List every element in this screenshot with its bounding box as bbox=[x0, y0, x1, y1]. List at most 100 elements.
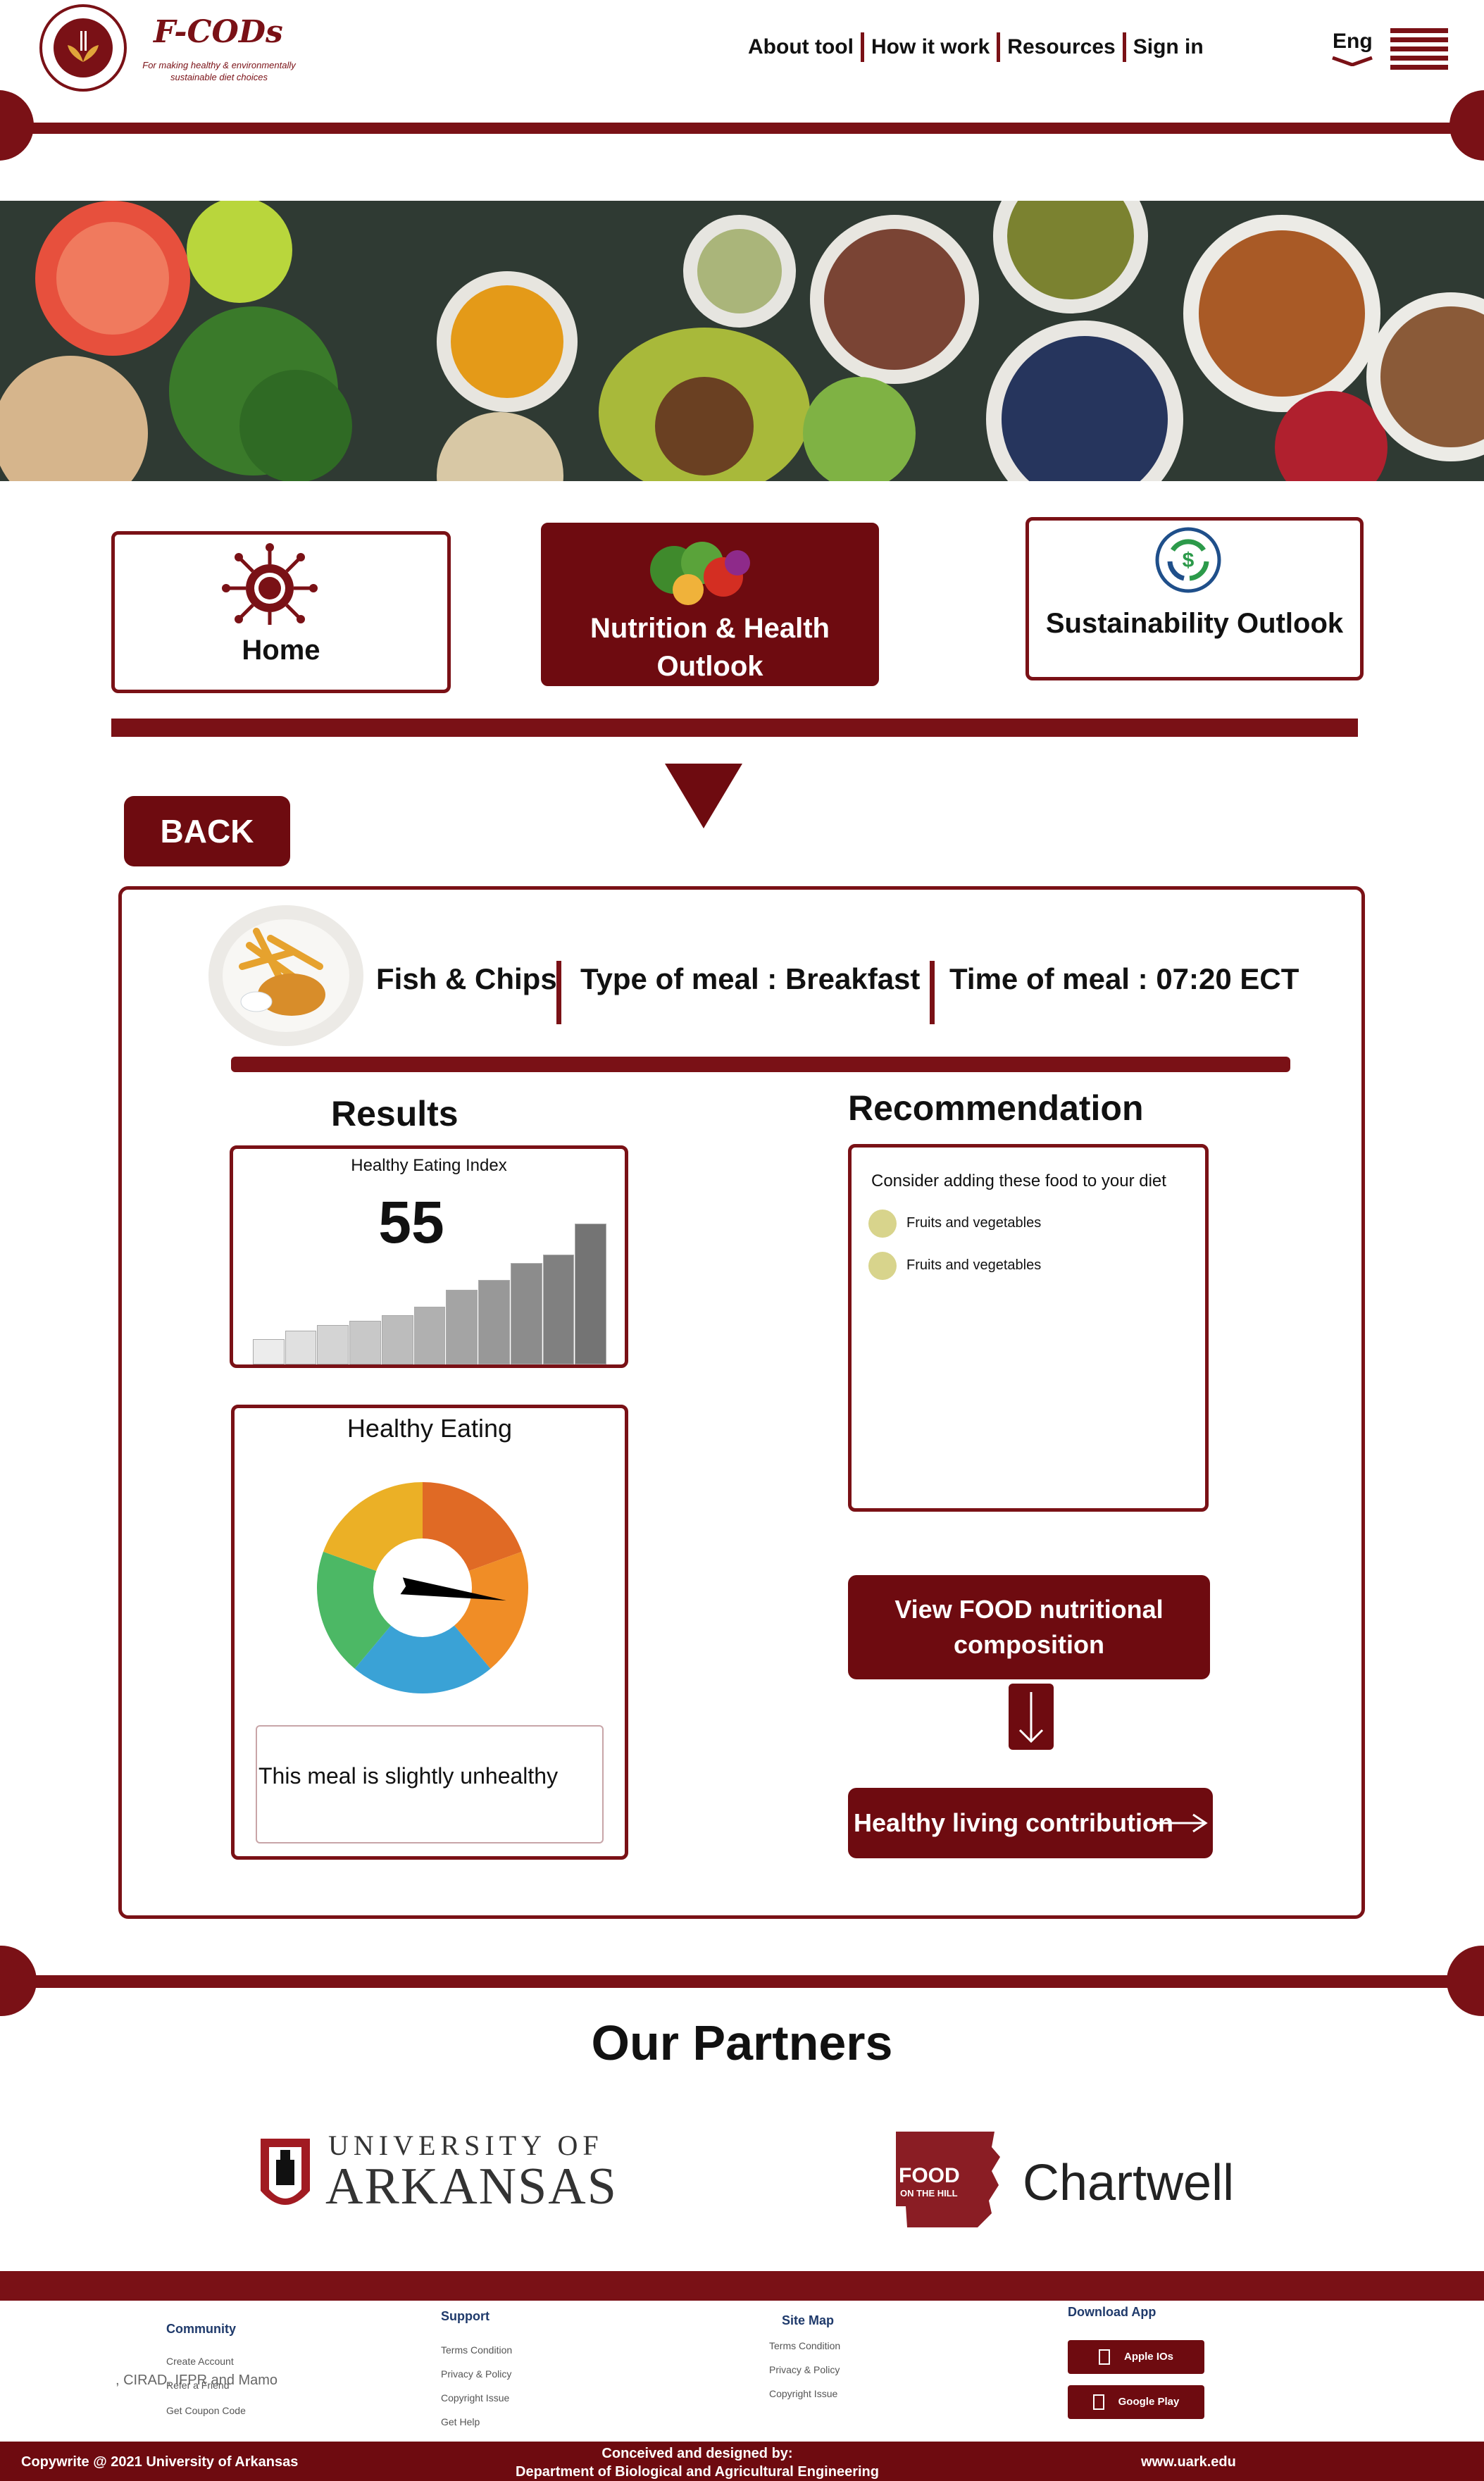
down-arrow-button[interactable] bbox=[1009, 1684, 1054, 1750]
footer-partner-note: , CIRAD, IFPR and Mamo bbox=[116, 2373, 278, 2388]
bullet-icon bbox=[868, 1252, 897, 1280]
brand-tagline: For making healthy & environmentally sus… bbox=[142, 60, 296, 82]
food-hill-bottom-text: ON THE HILL bbox=[900, 2188, 958, 2199]
nav-how-it-work[interactable]: How it work bbox=[871, 35, 990, 59]
tab-home[interactable]: Home bbox=[111, 531, 451, 693]
footer-coupon-link[interactable]: Get Coupon Code bbox=[166, 2405, 246, 2416]
hei-label: Healthy Eating Index bbox=[351, 1156, 507, 1175]
footer-community-title: Community bbox=[166, 2322, 236, 2336]
down-triangle-icon bbox=[665, 764, 742, 828]
conceived-by: Conceived and designed by: Department of… bbox=[394, 2444, 1000, 2481]
footer-create-account-link[interactable]: Create Account bbox=[166, 2356, 234, 2367]
website-link[interactable]: www.uark.edu bbox=[1141, 2454, 1236, 2470]
nav-about-tool[interactable]: About tool bbox=[748, 35, 854, 59]
results-heading: Results bbox=[331, 1094, 459, 1133]
footer-sitemap-title: Site Map bbox=[782, 2313, 835, 2327]
verdict-box: This meal is slightly unhealthy bbox=[256, 1725, 604, 1843]
footer-terms-link[interactable]: Terms Condition bbox=[441, 2344, 512, 2356]
logo[interactable] bbox=[39, 4, 127, 92]
hei-bar bbox=[253, 1339, 285, 1364]
divider-cap-right bbox=[1449, 90, 1484, 161]
google-play-label: Google Play bbox=[1118, 2396, 1180, 2408]
footer-copyright-link[interactable]: Copyright Issue bbox=[441, 2392, 509, 2404]
hei-bar bbox=[510, 1263, 542, 1364]
meal-time-label: Time of meal : bbox=[949, 962, 1148, 995]
svg-text:$: $ bbox=[1183, 549, 1195, 572]
header-divider bbox=[28, 123, 1456, 134]
arrow-down-icon bbox=[1018, 1692, 1044, 1743]
apple-ios-label: Apple IOs bbox=[1123, 2351, 1173, 2363]
recommendation-item: Fruits and vegetables bbox=[906, 1257, 1042, 1273]
meal-info-separator bbox=[556, 961, 561, 1024]
university-of-arkansas-logo[interactable]: UNIVERSITY OF ARKANSAS bbox=[255, 2129, 616, 2220]
conceived-line-2: Department of Biological and Agricultura… bbox=[516, 2464, 879, 2480]
old-main-seal-icon bbox=[261, 2139, 310, 2205]
healthy-eating-gauge bbox=[317, 1482, 528, 1693]
meal-time-value: 07:20 ECT bbox=[1156, 962, 1299, 995]
chartwell-logo[interactable]: Chartwell bbox=[1023, 2154, 1234, 2212]
tab-home-label: Home bbox=[242, 635, 320, 666]
conceived-line-1: Conceived and designed by: bbox=[601, 2446, 793, 2461]
nav-separator bbox=[1122, 32, 1126, 62]
meal-info-separator bbox=[930, 961, 935, 1024]
partners-heading: Our Partners bbox=[591, 2015, 893, 2070]
recycle-money-icon: $ bbox=[1155, 527, 1221, 593]
chevron-down-icon bbox=[1332, 56, 1373, 66]
back-button[interactable]: BACK bbox=[124, 796, 290, 866]
main-nav: About tool How it work Resources Sign in bbox=[748, 32, 1204, 62]
tab-nutrition-health[interactable]: Nutrition & Health Outlook bbox=[541, 523, 879, 686]
divider-cap-left bbox=[0, 1946, 37, 2016]
partners-divider bbox=[28, 1975, 1456, 1988]
meal-type-label: Type of meal : bbox=[580, 962, 778, 995]
recommendation-item: Fruits and vegetables bbox=[906, 1215, 1042, 1231]
tab-sustainability[interactable]: $ Sustainability Outlook bbox=[1025, 517, 1364, 680]
tab-nutrition-label: Nutrition & Health Outlook bbox=[590, 613, 830, 682]
nav-resources[interactable]: Resources bbox=[1007, 35, 1115, 59]
footer-help-link[interactable]: Get Help bbox=[441, 2416, 480, 2427]
logo-emblem bbox=[54, 18, 113, 77]
footer-sitemap-privacy-link[interactable]: Privacy & Policy bbox=[769, 2364, 840, 2375]
hei-bar bbox=[285, 1331, 317, 1364]
apple-ios-button[interactable]: Apple IOs bbox=[1068, 2340, 1204, 2374]
recommendation-box: Consider adding these food to your diet … bbox=[848, 1144, 1209, 1512]
hei-bar bbox=[575, 1224, 606, 1364]
view-food-composition-button[interactable]: View FOOD nutritional composition bbox=[848, 1575, 1210, 1679]
hei-bar bbox=[446, 1290, 478, 1364]
brand-name: F-CODs bbox=[154, 14, 283, 50]
footer-sitemap-terms-link[interactable]: Terms Condition bbox=[769, 2340, 840, 2351]
virus-icon bbox=[222, 543, 318, 625]
google-play-button[interactable]: Google Play bbox=[1068, 2385, 1204, 2419]
tab-sustainability-label: Sustainability Outlook bbox=[1045, 608, 1344, 639]
hei-bar bbox=[317, 1325, 349, 1364]
language-selector[interactable]: Eng bbox=[1332, 30, 1373, 66]
footer-sitemap-copyright-link[interactable]: Copyright Issue bbox=[769, 2388, 837, 2399]
menu-hamburger-icon[interactable] bbox=[1390, 28, 1448, 70]
footer-privacy-link[interactable]: Privacy & Policy bbox=[441, 2368, 511, 2380]
healthy-eating-box: Healthy Eating This meal is slightly unh… bbox=[231, 1405, 628, 1860]
recommendation-heading: Recommendation bbox=[848, 1088, 1144, 1128]
nav-sign-in[interactable]: Sign in bbox=[1133, 35, 1204, 59]
meal-time: Time of meal : 07:20 ECT bbox=[949, 962, 1299, 996]
arrow-right-icon bbox=[1152, 1813, 1208, 1833]
nav-separator bbox=[860, 32, 864, 62]
nav-separator bbox=[997, 32, 1001, 62]
hei-bar bbox=[413, 1307, 446, 1364]
meal-type: Type of meal : Breakfast bbox=[580, 962, 920, 996]
meal-name: Fish & Chips bbox=[376, 962, 557, 995]
hei-bar bbox=[542, 1255, 575, 1364]
hei-bar bbox=[381, 1315, 413, 1364]
bullet-icon bbox=[868, 1210, 897, 1238]
food-hill-top-text: FOOD bbox=[899, 2164, 960, 2187]
language-label: Eng bbox=[1333, 30, 1373, 53]
food-on-the-hill-logo[interactable]: FOOD ON THE HILL bbox=[893, 2129, 1006, 2230]
divider-cap-right bbox=[1447, 1946, 1484, 2016]
hei-bar-chart bbox=[253, 1224, 606, 1364]
vegetables-icon bbox=[650, 542, 750, 605]
healthy-living-contribution-button[interactable]: Healthy living contribution bbox=[848, 1788, 1213, 1858]
footer-download-title: Download App bbox=[1068, 2305, 1156, 2319]
phone-icon bbox=[1092, 2394, 1104, 2411]
hei-bar bbox=[478, 1280, 510, 1364]
contribution-label: Healthy living contribution bbox=[854, 1808, 1174, 1837]
meal-type-value: Breakfast bbox=[785, 962, 921, 995]
recommendation-intro: Consider adding these food to your diet bbox=[871, 1171, 1166, 1190]
